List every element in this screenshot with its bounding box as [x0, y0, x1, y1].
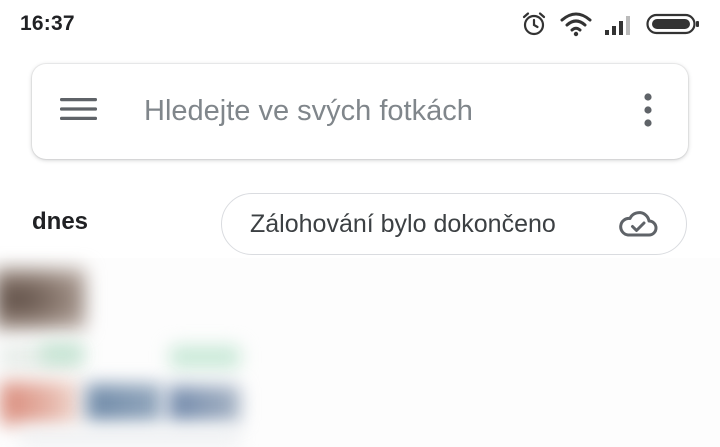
more-options-button[interactable] — [636, 92, 660, 132]
wifi-icon — [560, 11, 592, 37]
status-bar: 16:37 — [0, 0, 720, 48]
search-bar — [32, 64, 688, 159]
google-photos-screen: 16:37 Hledejte ve svých fotkách dnes Zál… — [0, 0, 720, 447]
photo-thumbnail[interactable] — [170, 346, 240, 368]
photo-thumbnail[interactable] — [0, 268, 86, 330]
alarm-icon — [520, 10, 548, 38]
photo-thumbnail[interactable] — [20, 430, 240, 446]
more-vert-icon — [643, 92, 653, 133]
photo-thumbnail[interactable] — [86, 384, 162, 422]
battery-icon — [646, 13, 700, 35]
photo-grid — [0, 258, 720, 447]
signal-icon — [604, 13, 634, 35]
status-icons — [520, 10, 700, 38]
backup-status-label: Zálohování bylo dokončeno — [250, 209, 556, 238]
photo-thumbnail[interactable] — [0, 382, 80, 424]
menu-button[interactable] — [60, 91, 116, 131]
photo-thumbnail[interactable] — [168, 386, 240, 422]
backup-status-chip[interactable]: Zálohování bylo dokončeno — [221, 193, 687, 255]
search-input[interactable] — [144, 90, 604, 132]
status-time: 16:37 — [20, 12, 75, 35]
section-date-label: dnes — [32, 208, 89, 235]
hamburger-menu-icon — [60, 97, 98, 126]
photo-thumbnail[interactable] — [40, 344, 84, 364]
cloud-done-icon — [618, 210, 658, 238]
